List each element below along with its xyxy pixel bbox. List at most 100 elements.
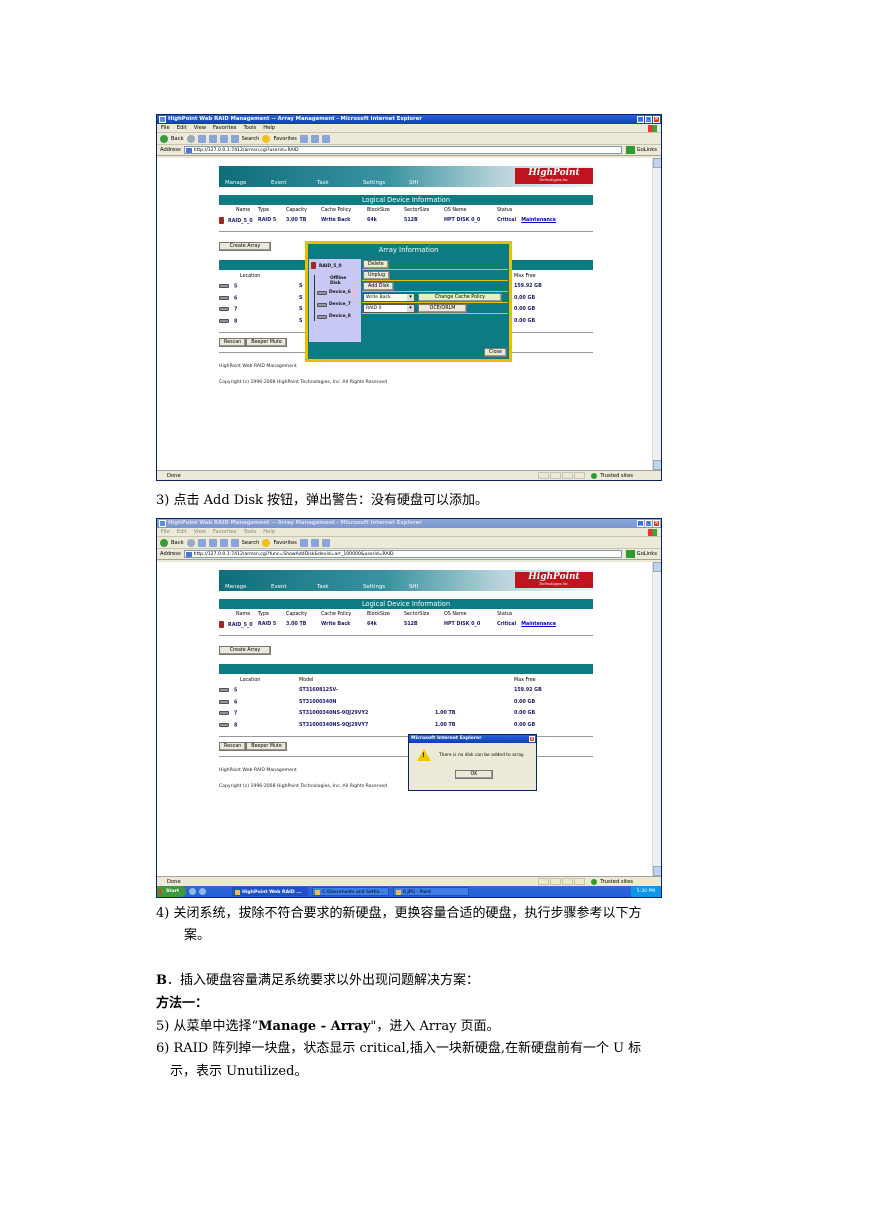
- stop-icon[interactable]: [197, 538, 206, 547]
- quick-launch: [189, 888, 206, 895]
- go-arrow-icon[interactable]: [625, 146, 635, 154]
- minimize-button[interactable]: _: [637, 116, 644, 123]
- search-button-label[interactable]: Search: [242, 537, 260, 549]
- menu-help[interactable]: Help: [263, 528, 275, 536]
- menu-edit[interactable]: Edit: [177, 528, 187, 536]
- nav-event[interactable]: Event: [271, 584, 317, 590]
- delete-button[interactable]: Delete: [363, 260, 389, 269]
- favorites-star-icon[interactable]: [262, 538, 271, 547]
- vertical-scrollbar[interactable]: [652, 562, 661, 876]
- unplug-button[interactable]: Unplug: [363, 271, 391, 280]
- back-button-label[interactable]: Back: [171, 537, 184, 549]
- vertical-scrollbar[interactable]: [652, 158, 661, 470]
- menu-tools[interactable]: Tools: [243, 124, 256, 132]
- rescan-button[interactable]: Rescan: [219, 338, 247, 347]
- favorites-star-icon[interactable]: [262, 134, 271, 143]
- menu-favorites[interactable]: Favorites: [213, 124, 236, 132]
- menu-view[interactable]: View: [194, 124, 206, 132]
- nav-settings[interactable]: Settings: [363, 180, 409, 186]
- back-arrow-icon[interactable]: [160, 134, 168, 143]
- table-row[interactable]: 8 ST31000340NS-9QJ29VY7 1.00 TB 0.00 GB: [219, 720, 593, 732]
- nav-manage[interactable]: Manage: [225, 180, 271, 186]
- favorites-button-label[interactable]: Favorites: [273, 537, 296, 549]
- desktop-quicklaunch-icon[interactable]: [199, 888, 206, 895]
- nav-manage[interactable]: Manage: [225, 584, 271, 590]
- tree-node-raid[interactable]: RAID_5_0: [319, 264, 342, 269]
- menu-favorites[interactable]: Favorites: [213, 528, 236, 536]
- close-window-button[interactable]: ×: [653, 520, 660, 527]
- refresh-icon[interactable]: [208, 134, 217, 143]
- nav-shi[interactable]: SHI: [409, 584, 455, 590]
- favorites-button-label[interactable]: Favorites: [273, 133, 296, 145]
- array-actions: Delete Unplug Add Disk Write Back Change…: [362, 259, 508, 314]
- forward-arrow-icon[interactable]: [186, 538, 195, 547]
- dialog-close-icon[interactable]: ×: [529, 736, 535, 742]
- beeper-mute-button[interactable]: Beeper Mute: [246, 338, 287, 347]
- print-icon[interactable]: [321, 134, 330, 143]
- maximize-button[interactable]: □: [645, 520, 652, 527]
- nav-shi[interactable]: SHI: [409, 180, 455, 186]
- table-row[interactable]: 5 ST3160812SV- 159.92 GB: [219, 685, 593, 697]
- nav-task[interactable]: Task: [317, 180, 363, 186]
- nav-settings[interactable]: Settings: [363, 584, 409, 590]
- search-icon[interactable]: [230, 134, 239, 143]
- taskbar-item-documents[interactable]: C:\Documents and Settin...: [312, 887, 389, 896]
- tree-node-device-7[interactable]: Device_7: [329, 302, 351, 307]
- table-row[interactable]: RAID_5_0 RAID 5 3.00 TB Write Back 64k 5…: [219, 619, 593, 630]
- ie-quicklaunch-icon[interactable]: [189, 888, 196, 895]
- change-cache-policy-button[interactable]: Change Cache Policy: [418, 293, 502, 302]
- address-input[interactable]: http://127.0.0.1:7412/armsn.cgi?userid=R…: [183, 146, 622, 154]
- raid-level-select[interactable]: RAID 0: [363, 304, 415, 313]
- minimize-button[interactable]: _: [637, 520, 644, 527]
- search-icon[interactable]: [230, 538, 239, 547]
- close-popup-button[interactable]: Close: [483, 348, 507, 357]
- table-row[interactable]: RAID_5_0 RAID 5 3.00 TB Write Back 64k 5…: [219, 215, 593, 226]
- menu-view[interactable]: View: [194, 528, 206, 536]
- nav-event[interactable]: Event: [271, 180, 317, 186]
- close-window-button[interactable]: ×: [653, 116, 660, 123]
- menu-help[interactable]: Help: [263, 124, 275, 132]
- home-icon[interactable]: [219, 538, 228, 547]
- maximize-button[interactable]: □: [645, 116, 652, 123]
- ok-button[interactable]: OK: [455, 770, 493, 779]
- nav-task[interactable]: Task: [317, 584, 363, 590]
- add-disk-button[interactable]: Add Disk: [363, 282, 395, 291]
- table-row[interactable]: 6 ST31000340N 0.00 GB: [219, 697, 593, 709]
- mail-icon[interactable]: [310, 538, 319, 547]
- menu-edit[interactable]: Edit: [177, 124, 187, 132]
- go-arrow-icon[interactable]: [625, 550, 635, 558]
- search-button-label[interactable]: Search: [242, 133, 260, 145]
- refresh-icon[interactable]: [208, 538, 217, 547]
- maintenance-link[interactable]: Maintenance: [521, 622, 556, 627]
- links-button[interactable]: Links: [644, 145, 657, 156]
- menu-file[interactable]: File: [161, 528, 170, 536]
- menu-file[interactable]: File: [161, 124, 170, 132]
- rescan-button[interactable]: Rescan: [219, 742, 247, 751]
- address-input[interactable]: http://127.0.0.1:7412/armsn.cgi?func=Sho…: [183, 550, 622, 558]
- mail-icon[interactable]: [310, 134, 319, 143]
- tree-node-device-6[interactable]: Device_6: [329, 290, 351, 295]
- cache-policy-select[interactable]: Write Back: [363, 293, 415, 302]
- back-arrow-icon[interactable]: [160, 538, 168, 547]
- history-icon[interactable]: [299, 134, 308, 143]
- create-array-button[interactable]: Create Array: [219, 646, 271, 655]
- back-button-label[interactable]: Back: [171, 133, 184, 145]
- oce-orlm-button[interactable]: OCE/ORLM: [418, 304, 467, 313]
- links-button[interactable]: Links: [644, 549, 657, 560]
- history-icon[interactable]: [299, 538, 308, 547]
- maintenance-link[interactable]: Maintenance: [521, 218, 556, 223]
- col-max-free: Max Free: [514, 678, 536, 683]
- stop-icon[interactable]: [197, 134, 206, 143]
- table-row[interactable]: 7 ST31000340NS-9QJ29VY2 1.00 TB 0.00 GB: [219, 708, 593, 720]
- tree-node-device-8[interactable]: Device_8: [329, 314, 351, 319]
- create-array-button[interactable]: Create Array: [219, 242, 271, 251]
- taskbar-item-highpoint[interactable]: HighPoint Web RAID ...: [232, 887, 308, 896]
- tree-node-offline-disk[interactable]: Offline Disk: [330, 276, 358, 286]
- start-button[interactable]: Start: [157, 886, 186, 897]
- forward-arrow-icon[interactable]: [186, 134, 195, 143]
- print-icon[interactable]: [321, 538, 330, 547]
- home-icon[interactable]: [219, 134, 228, 143]
- beeper-mute-button[interactable]: Beeper Mute: [246, 742, 287, 751]
- menu-tools[interactable]: Tools: [243, 528, 256, 536]
- taskbar-item-paint[interactable]: 6.JPG - Paint: [393, 887, 469, 896]
